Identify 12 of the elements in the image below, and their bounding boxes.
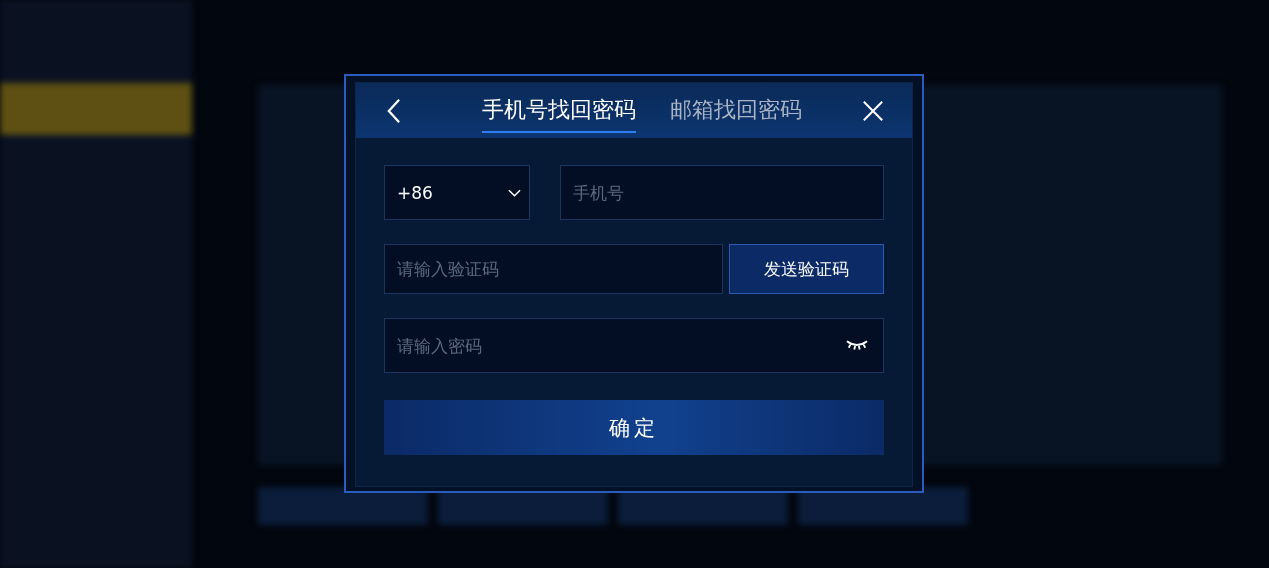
country-code-select[interactable]: +86 xyxy=(384,165,530,220)
close-icon[interactable] xyxy=(862,99,884,122)
send-code-button[interactable]: 发送验证码 xyxy=(729,244,884,294)
tab[interactable]: 手机号找回密码 xyxy=(481,88,636,133)
confirm-button[interactable]: 确定 xyxy=(384,400,884,455)
tab[interactable]: 邮箱找回密码 xyxy=(669,88,802,133)
back-icon[interactable] xyxy=(386,96,401,125)
eye-closed-icon[interactable] xyxy=(846,339,868,351)
caret-icon xyxy=(508,188,521,197)
password-field[interactable]: 请输入密码 xyxy=(384,318,884,373)
code-field[interactable]: 请输入验证码 xyxy=(384,244,723,294)
phone-field[interactable]: 手机号 xyxy=(560,165,884,220)
